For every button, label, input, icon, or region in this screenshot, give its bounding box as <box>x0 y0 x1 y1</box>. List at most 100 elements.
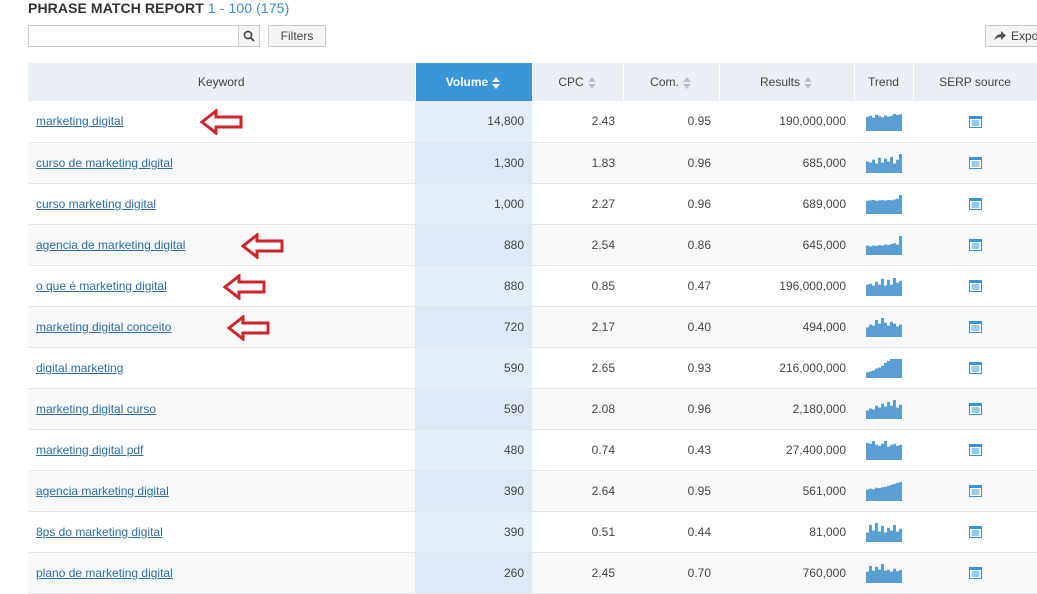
table-row: agencia de marketing digital 880 2.54 0.86 6… <box>28 224 1037 266</box>
trend-bar <box>877 199 881 214</box>
trend-bar <box>883 285 887 296</box>
trend-bar <box>871 245 875 255</box>
red-arrow-annotation-icon <box>223 273 266 300</box>
keyword-link[interactable]: marketing digital curso <box>36 402 156 416</box>
keyword-link[interactable]: digital marketing <box>36 361 123 375</box>
trend-bar <box>874 281 878 296</box>
trend-chart <box>865 235 902 255</box>
volume-cell: 720 <box>415 306 532 348</box>
table-row: marketing digital curso 590 2.08 0.96 2,180,… <box>28 388 1037 430</box>
serp-document-icon[interactable] <box>968 526 982 539</box>
trend-bar <box>868 565 872 583</box>
results-cell: 2,180,000 <box>719 388 854 430</box>
column-keyword[interactable]: Keyword <box>28 63 416 101</box>
keyword-link[interactable]: marketing digital <box>36 114 123 128</box>
trend-bar <box>895 198 899 214</box>
competition-cell: 0.95 <box>623 101 719 143</box>
trend-bar <box>868 162 872 173</box>
report-title: PHRASE MATCH REPORT 1 - 100 (175) <box>28 0 289 16</box>
search-button[interactable] <box>238 26 259 46</box>
serp-document-icon[interactable] <box>968 157 982 170</box>
trend-bar <box>874 368 878 378</box>
trend-bar <box>889 571 893 583</box>
trend-chart <box>865 522 902 542</box>
serp-document-icon[interactable] <box>968 280 982 293</box>
serp-source-cell <box>913 388 1037 430</box>
trend-bar <box>886 401 890 419</box>
column-results[interactable]: Results <box>719 63 855 101</box>
results-cell: 494,000 <box>719 306 854 348</box>
serp-document-icon[interactable] <box>968 403 982 416</box>
keyword-link[interactable]: agencia de marketing digital <box>36 238 185 252</box>
column-com[interactable]: Com. <box>623 63 720 101</box>
trend-bar <box>874 319 878 337</box>
trend-bar <box>871 199 875 214</box>
keyword-cell: marketing digital pdf <box>28 429 415 471</box>
serp-source-cell <box>913 306 1037 348</box>
keyword-link[interactable]: marketing digital pdf <box>36 443 143 457</box>
export-button[interactable]: Expo <box>985 25 1037 47</box>
search-icon <box>243 30 255 42</box>
trend-cell <box>854 306 913 348</box>
serp-document-icon[interactable] <box>968 362 982 375</box>
serp-document-icon[interactable] <box>968 485 982 498</box>
serp-document-icon[interactable] <box>968 198 982 211</box>
keyword-link[interactable]: o que é marketing digital <box>36 279 167 293</box>
column-serp-source: SERP source <box>913 63 1037 101</box>
results-cell: 216,000,000 <box>719 347 854 389</box>
keyword-link[interactable]: curso marketing digital <box>36 197 156 211</box>
trend-bar <box>886 325 890 337</box>
phrase-match-table: Keyword Volume CPC Com. Results Trend SE… <box>28 63 1037 594</box>
filters-button[interactable]: Filters <box>268 25 326 47</box>
trend-bar <box>886 161 890 173</box>
trend-cell <box>854 142 913 184</box>
trend-bar <box>889 116 893 132</box>
trend-bar <box>877 531 881 542</box>
results-cell: 27,400,000 <box>719 429 854 471</box>
trend-bar <box>898 569 902 583</box>
trend-bar <box>892 568 896 583</box>
serp-document-icon[interactable] <box>968 567 982 580</box>
trend-bar <box>868 324 872 337</box>
trend-cell <box>854 552 913 594</box>
column-cpc[interactable]: CPC <box>532 63 624 101</box>
keyword-cell: o que é marketing digital <box>28 265 415 307</box>
cpc-cell: 2.08 <box>532 388 623 430</box>
cpc-cell: 2.45 <box>532 552 623 594</box>
keyword-link[interactable]: plano de marketing digital <box>36 566 173 580</box>
cpc-cell: 2.65 <box>532 347 623 389</box>
keyword-link[interactable]: 8ps do marketing digital <box>36 525 163 539</box>
serp-document-icon[interactable] <box>968 116 982 129</box>
share-arrow-icon <box>994 31 1006 41</box>
keyword-link[interactable]: agencia marketing digital <box>36 484 169 498</box>
search-input[interactable] <box>29 26 239 46</box>
keyword-link[interactable]: curso de marketing digital <box>36 156 173 170</box>
trend-bar <box>868 199 872 214</box>
trend-chart <box>865 153 902 173</box>
cpc-cell: 2.27 <box>532 183 623 225</box>
results-cell: 645,000 <box>719 224 854 266</box>
red-arrow-annotation-icon <box>227 314 270 341</box>
competition-cell: 0.40 <box>623 306 719 348</box>
trend-bar <box>871 325 875 337</box>
serp-source-cell <box>913 552 1037 594</box>
serp-document-icon[interactable] <box>968 444 982 457</box>
trend-bar <box>865 571 869 583</box>
trend-bar <box>898 358 902 378</box>
serp-document-icon[interactable] <box>968 239 982 252</box>
cpc-cell: 2.64 <box>532 470 623 512</box>
serp-source-cell <box>913 429 1037 471</box>
keyword-cell: agencia de marketing digital <box>28 224 415 266</box>
column-volume[interactable]: Volume <box>415 63 533 101</box>
cpc-cell: 2.17 <box>532 306 623 348</box>
serp-document-icon[interactable] <box>968 321 982 334</box>
trend-cell <box>854 183 913 225</box>
keyword-link[interactable]: marketing digital conceito <box>36 320 171 334</box>
trend-bar <box>883 440 887 460</box>
competition-cell: 0.44 <box>623 511 719 553</box>
keyword-cell: curso marketing digital <box>28 183 415 225</box>
trend-cell <box>854 429 913 471</box>
trend-bar <box>886 569 890 583</box>
trend-bar <box>898 114 902 132</box>
column-serp-source-label: SERP source <box>939 75 1011 89</box>
